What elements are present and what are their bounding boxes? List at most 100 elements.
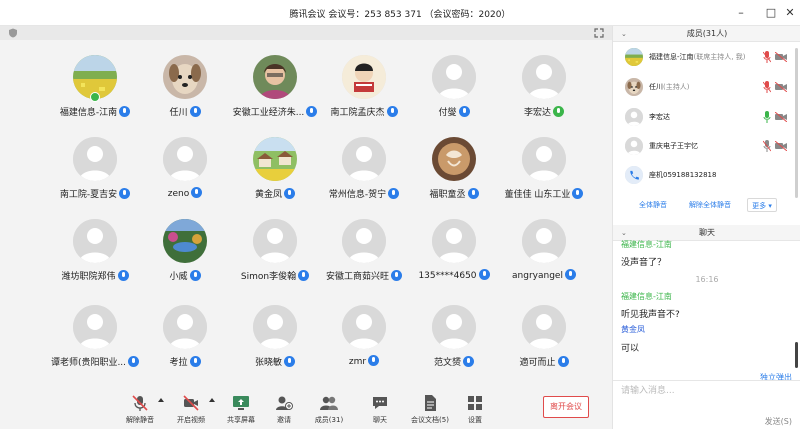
participant-tile[interactable]: 考拉 xyxy=(140,305,230,395)
participant-tile[interactable]: 安徽工商茹兴旺 xyxy=(319,219,409,309)
shield-icon[interactable] xyxy=(8,28,18,38)
participant-tile[interactable]: 范文赟 xyxy=(409,305,499,395)
fullscreen-icon[interactable] xyxy=(594,28,604,38)
participant-tile[interactable]: angryangel xyxy=(499,219,589,309)
participant-name-text: 范文赟 xyxy=(433,358,461,368)
participant-tile[interactable]: 张晓敏 xyxy=(230,305,320,395)
member-name-text: 李宏达 xyxy=(649,113,670,121)
participant-name-text: Simon李俊翰 xyxy=(240,272,297,282)
members-header[interactable]: ⌄ 成员(31人) xyxy=(613,26,800,42)
member-camera-off-icon[interactable] xyxy=(775,112,787,122)
member-avatar xyxy=(625,48,643,66)
participant-tile[interactable]: 常州信息-贺宁 xyxy=(319,137,409,227)
member-camera-off-icon[interactable] xyxy=(775,52,787,62)
avatar xyxy=(342,55,386,99)
member-row[interactable]: 福建信息-江南(联席主持人, 我) xyxy=(613,43,788,73)
participant-tile[interactable]: 黄金凤 xyxy=(230,137,320,227)
participant-name-text: 適可而止 xyxy=(519,358,556,368)
participant-tile[interactable]: 董佳佳 山东工业 xyxy=(499,137,589,227)
participant-name-text: angryangel xyxy=(512,271,563,281)
chat-divider xyxy=(613,380,800,381)
avatar xyxy=(432,219,476,263)
participant-tile[interactable]: 福职童丞 xyxy=(409,137,499,227)
invite-button[interactable]: 邀请 xyxy=(259,394,309,425)
camera-off-icon xyxy=(183,395,199,411)
member-mic-icon[interactable] xyxy=(763,81,771,93)
send-button[interactable]: 发送(S) xyxy=(765,416,792,427)
member-row[interactable]: 任川(主持人) xyxy=(613,73,788,103)
meeting-docs-button[interactable]: 会议文档(5) xyxy=(405,394,455,425)
collapse-chevron-icon[interactable]: ⌄ xyxy=(621,26,627,42)
participant-tile[interactable]: 小威 xyxy=(140,219,230,309)
chat-sender: 福建信息-江南 xyxy=(621,292,672,301)
participant-tile[interactable]: zeno xyxy=(140,137,230,227)
chat-scrollbar[interactable] xyxy=(795,342,798,368)
participant-name-text: 福建信息-江南 xyxy=(59,108,118,118)
avatar xyxy=(522,219,566,263)
popout-chat-link[interactable]: 独立弹出 xyxy=(760,372,792,383)
unmute-all-button[interactable]: 解除全体静音 xyxy=(683,198,737,212)
member-row[interactable]: 座机059188132818 xyxy=(613,161,788,191)
participant-tile[interactable]: 任川 xyxy=(140,55,230,145)
title-bar: 腾讯会议 会议号：253 853 371 （会议密码：2020） – □ ✕ xyxy=(0,0,800,26)
avatar xyxy=(253,305,297,349)
mic-icon xyxy=(298,270,310,281)
avatar xyxy=(432,137,476,181)
chat-input[interactable]: 请输入消息... xyxy=(621,383,675,396)
close-icon[interactable]: ✕ xyxy=(781,4,799,22)
avatar xyxy=(163,137,207,181)
participant-tile[interactable]: 潍坊职院郑伟 xyxy=(50,219,140,309)
participant-name-text: 安徽工商茹兴旺 xyxy=(325,272,389,282)
avatar xyxy=(73,305,117,349)
participant-name-text: 福职童丞 xyxy=(429,190,466,200)
avatar xyxy=(342,305,386,349)
host-badge-icon xyxy=(90,92,100,102)
member-role: (联席主持人, 我) xyxy=(693,53,746,61)
participant-tile[interactable]: 谭老师(贵阳职业... xyxy=(50,305,140,395)
avatar xyxy=(253,55,297,99)
chat-button[interactable]: 聊天 xyxy=(355,394,405,425)
participant-tile[interactable]: 福建信息-江南 xyxy=(50,55,140,145)
participant-tile[interactable]: 南工院-夏吉安 xyxy=(50,137,140,227)
avatar xyxy=(73,137,117,181)
leave-meeting-button[interactable]: 离开会议 xyxy=(543,396,589,418)
member-row[interactable]: 李宏达 xyxy=(613,103,788,133)
maximize-icon[interactable]: □ xyxy=(762,4,780,22)
member-mic-icon[interactable] xyxy=(763,140,771,152)
member-mic-icon[interactable] xyxy=(763,51,771,63)
member-row[interactable]: 重庆电子王宇忆 xyxy=(613,132,788,162)
member-mic-icon[interactable] xyxy=(763,111,771,123)
participant-tile[interactable]: 適可而止 xyxy=(499,305,589,395)
more-button[interactable]: 更多 ▾ xyxy=(747,198,777,212)
video-options-caret-icon[interactable] xyxy=(209,398,215,402)
members-header-title: 成员(31人) xyxy=(686,29,728,38)
member-camera-off-icon[interactable] xyxy=(775,82,787,92)
participant-tile[interactable]: Simon李俊翰 xyxy=(230,219,320,309)
member-list-scrollbar[interactable] xyxy=(795,48,798,198)
participant-tile[interactable]: zmr xyxy=(319,305,409,395)
member-avatar xyxy=(625,108,643,126)
member-name-text: 重庆电子王宇忆 xyxy=(649,142,698,150)
document-icon xyxy=(425,395,436,411)
minimize-icon[interactable]: – xyxy=(732,4,750,22)
settings-button[interactable]: 设置 xyxy=(450,394,500,425)
participant-tile[interactable]: 安徽工业经济朱... xyxy=(230,55,320,145)
participant-tile[interactable]: 李宏达 xyxy=(499,55,589,145)
mute-all-button[interactable]: 全体静音 xyxy=(633,198,673,212)
member-name: 任川(主持人) xyxy=(649,82,689,92)
mic-icon xyxy=(117,270,129,281)
audio-options-caret-icon[interactable] xyxy=(158,398,164,402)
members-button[interactable]: 成员(31) xyxy=(304,394,354,425)
member-avatar xyxy=(625,78,643,96)
chat-message: 听见我声音不? xyxy=(621,310,680,320)
grid-top-bar xyxy=(0,26,612,40)
participant-tile[interactable]: 南工院孟庆杰 xyxy=(319,55,409,145)
participant-tile[interactable]: 付燮 xyxy=(409,55,499,145)
member-avatar xyxy=(625,137,643,155)
member-camera-off-icon[interactable] xyxy=(775,141,787,151)
chat-message: 没声音了？ xyxy=(621,258,667,268)
participant-tile[interactable]: 135****4650 xyxy=(409,219,499,309)
mic-icon xyxy=(189,356,201,367)
mic-icon xyxy=(119,106,131,117)
participant-name-text: 董佳佳 山东工业 xyxy=(504,190,571,200)
